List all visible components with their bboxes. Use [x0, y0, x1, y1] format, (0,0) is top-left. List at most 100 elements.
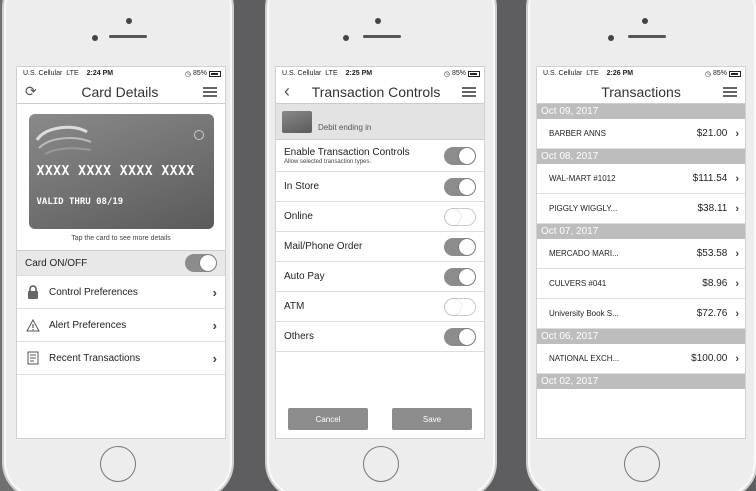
cancel-button[interactable]: Cancel: [288, 408, 368, 430]
home-button[interactable]: [363, 446, 399, 482]
transaction-amount: $38.11: [697, 203, 728, 214]
merchant-name: University Book S...: [549, 309, 619, 318]
nav-bar: ⟳ Card Details: [17, 80, 225, 104]
enable-controls-text: Enable Transaction Controls Allow select…: [284, 147, 444, 165]
transaction-list: Oct 09, 2017 BARBER ANNS $21.00 › Oct 08, 20…: [537, 104, 745, 389]
chevron-right-icon: ›: [212, 317, 217, 333]
control-toggle[interactable]: [444, 267, 476, 286]
merchant-name: MERCADO MARI...: [549, 249, 619, 258]
menu-item-label: Recent Transactions: [49, 352, 141, 364]
save-button[interactable]: Save: [392, 408, 472, 430]
transaction-row[interactable]: NATIONAL EXCH... $100.00 ›: [537, 344, 745, 374]
menu-item-recent-transactions[interactable]: Recent Transactions ›: [17, 342, 225, 375]
enable-controls-toggle[interactable]: [444, 146, 476, 165]
date-header: Oct 08, 2017: [537, 149, 745, 164]
debit-card[interactable]: XXXX XXXX XXXX XXXX VALID THRU 08/19: [28, 114, 214, 229]
nav-bar: ‹ Transaction Controls: [276, 80, 484, 104]
menu-icon[interactable]: [203, 86, 217, 97]
refresh-icon[interactable]: ⟳: [25, 83, 37, 100]
debit-card-row: Debit ending in: [276, 104, 484, 140]
home-button[interactable]: [624, 446, 660, 482]
enable-controls-sub: Allow selected transaction types.: [284, 158, 372, 165]
battery-icon: [729, 70, 741, 77]
alarm-icon: ◷: [704, 70, 711, 78]
date-header: Oct 07, 2017: [537, 224, 745, 239]
transaction-amount: $53.58: [696, 248, 728, 259]
battery-icon: [468, 70, 480, 77]
network-label: LTE: [586, 70, 599, 77]
control-label: Online: [284, 211, 313, 222]
menu-item-control-preferences[interactable]: Control Preferences ›: [17, 276, 225, 309]
card-onoff-toggle[interactable]: [185, 254, 217, 272]
transaction-amount: $8.96: [702, 278, 728, 289]
enable-controls-row: Enable Transaction Controls Allow select…: [276, 140, 484, 172]
home-button[interactable]: [100, 446, 136, 482]
warning-icon: [25, 318, 41, 332]
speaker-grille: [109, 35, 147, 38]
control-toggle[interactable]: [444, 237, 476, 256]
merchant-name: CULVERS #041: [549, 279, 607, 288]
date-header: Oct 02, 2017: [537, 374, 745, 389]
control-row: In Store: [276, 172, 484, 202]
chevron-right-icon: ›: [212, 284, 217, 300]
camera-dot: [375, 18, 381, 24]
phone-card-details: U.S. Cellular LTE 2:24 PM ◷ 85% ⟳ Card De…: [2, 0, 234, 491]
transaction-row[interactable]: University Book S... $72.76 ›: [537, 299, 745, 329]
transaction-amount: $100.00: [691, 353, 728, 364]
carrier-label: U.S. Cellular: [23, 70, 63, 77]
transaction-row[interactable]: PIGGLY WIGGLY... $38.11 ›: [537, 194, 745, 224]
merchant-name: BARBER ANNS: [549, 129, 606, 138]
carrier-label: U.S. Cellular: [543, 70, 583, 77]
tap-hint: Tap the card to see more details: [71, 235, 171, 242]
chevron-right-icon: ›: [735, 127, 739, 140]
control-toggle[interactable]: [444, 327, 476, 346]
chevron-right-icon: ›: [735, 202, 739, 215]
control-toggle[interactable]: [444, 207, 476, 226]
screen-transaction-controls: U.S. Cellular LTE 2:25 PM ◷ 85% ‹ Transac…: [275, 66, 485, 439]
chevron-right-icon: ›: [212, 350, 217, 366]
button-bar: Cancel Save: [276, 408, 484, 430]
transaction-amount: $21.00: [696, 128, 728, 139]
control-label: ATM: [284, 301, 305, 312]
control-toggle[interactable]: [444, 177, 476, 196]
menu-item-label: Alert Preferences: [49, 319, 127, 331]
date-header: Oct 09, 2017: [537, 104, 745, 119]
time-label: 2:25 PM: [345, 70, 373, 77]
lock-icon: [25, 285, 41, 299]
control-row: Mail/Phone Order: [276, 232, 484, 262]
alarm-icon: ◷: [184, 70, 191, 78]
page-title: Card Details: [81, 83, 159, 100]
transaction-row[interactable]: CULVERS #041 $8.96 ›: [537, 269, 745, 299]
time-label: 2:24 PM: [86, 70, 114, 77]
transaction-row[interactable]: BARBER ANNS $21.00 ›: [537, 119, 745, 149]
receipt-icon: [25, 351, 41, 365]
status-bar: U.S. Cellular LTE 2:24 PM ◷ 85%: [17, 67, 225, 80]
nav-bar: Transactions: [537, 80, 745, 104]
phone-transactions: U.S. Cellular LTE 2:26 PM ◷ 85% Transacti…: [526, 0, 756, 491]
chevron-right-icon: ›: [735, 307, 739, 320]
card-onoff-label: Card ON/OFF: [25, 257, 88, 269]
battery-label: 85%: [712, 70, 727, 77]
speaker-grille: [363, 35, 401, 38]
merchant-name: WAL-MART #1012: [549, 174, 616, 183]
control-toggle[interactable]: [444, 297, 476, 316]
card-onoff-row: Card ON/OFF: [17, 250, 225, 276]
battery-icon: [209, 70, 221, 77]
time-label: 2:26 PM: [606, 70, 634, 77]
chevron-right-icon: ›: [735, 172, 739, 185]
status-bar: U.S. Cellular LTE 2:26 PM ◷ 85%: [537, 67, 745, 80]
menu-item-alert-preferences[interactable]: Alert Preferences ›: [17, 309, 225, 342]
menu-icon[interactable]: [462, 86, 476, 97]
control-row: Auto Pay: [276, 262, 484, 292]
card-number: XXXX XXXX XXXX XXXX: [36, 164, 195, 179]
control-row: Others: [276, 322, 484, 352]
network-label: LTE: [325, 70, 338, 77]
control-row: ATM: [276, 292, 484, 322]
control-label: Others: [284, 331, 315, 342]
transaction-row[interactable]: WAL-MART #1012 $111.54 ›: [537, 164, 745, 194]
carrier-label: U.S. Cellular: [282, 70, 322, 77]
menu-icon[interactable]: [723, 86, 737, 97]
transaction-row[interactable]: MERCADO MARI... $53.58 ›: [537, 239, 745, 269]
page-title: Transactions: [601, 83, 681, 100]
phone-transaction-controls: U.S. Cellular LTE 2:25 PM ◷ 85% ‹ Transac…: [265, 0, 497, 491]
